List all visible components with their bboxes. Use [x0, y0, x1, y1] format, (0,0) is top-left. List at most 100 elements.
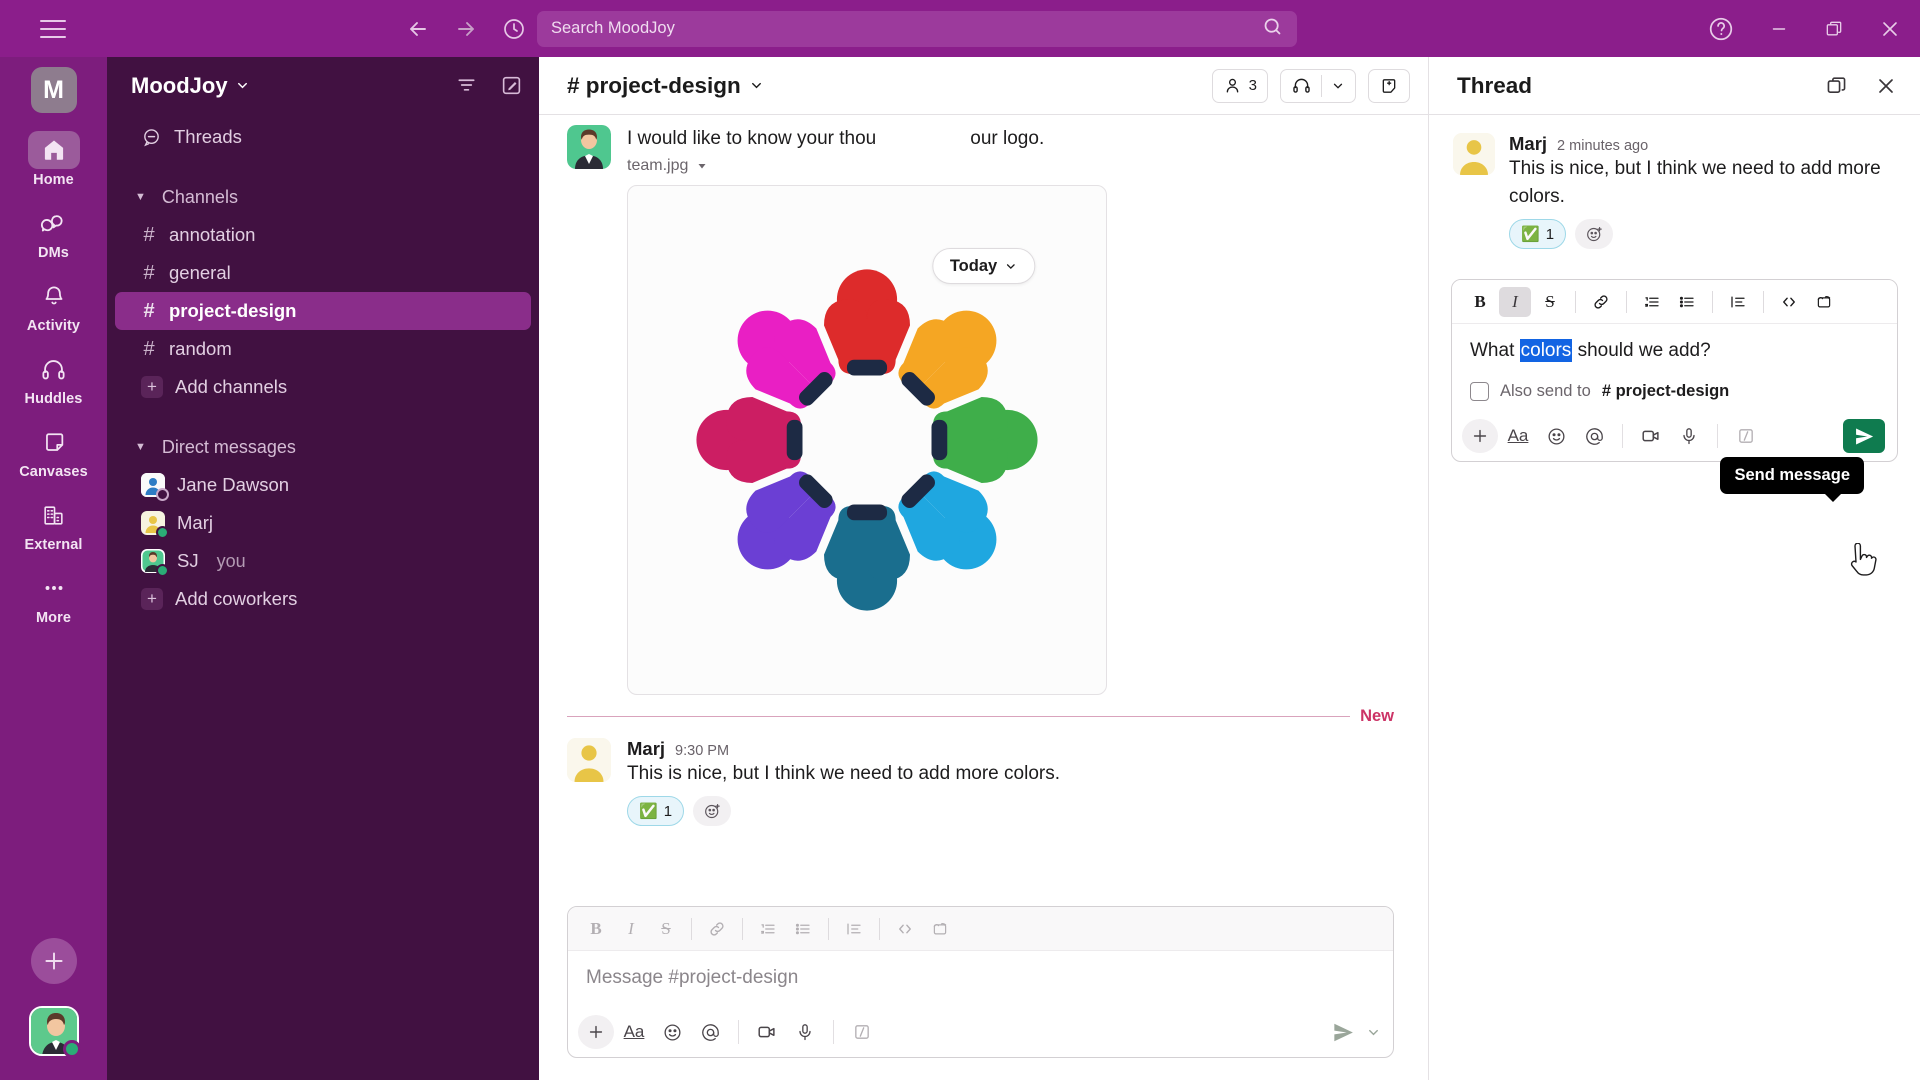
- sidebar-item-general[interactable]: # general: [115, 254, 531, 292]
- channel-title[interactable]: # project-design: [567, 73, 764, 99]
- thread-actions: [1825, 74, 1898, 98]
- minimize-icon[interactable]: [1768, 18, 1790, 40]
- rail-item-activity[interactable]: Activity: [18, 277, 90, 334]
- plus-icon[interactable]: [578, 1015, 614, 1049]
- blockquote-icon[interactable]: [1722, 287, 1754, 317]
- rail-item-dms[interactable]: DMs: [18, 204, 90, 261]
- thread-message-input[interactable]: What colors should we add?: [1452, 324, 1897, 380]
- rail-item-canvases[interactable]: Canvases: [18, 423, 90, 480]
- bulleted-list-icon[interactable]: [787, 914, 819, 944]
- user-avatar[interactable]: [28, 1006, 81, 1058]
- bold-button[interactable]: B: [580, 914, 612, 944]
- code-block-icon[interactable]: [924, 914, 956, 944]
- video-icon[interactable]: [749, 1015, 785, 1049]
- message-author[interactable]: Marj: [1509, 133, 1547, 155]
- slash-command-icon[interactable]: [844, 1015, 880, 1049]
- sidebar-item-threads[interactable]: Threads: [115, 118, 531, 156]
- rail-item-external[interactable]: External: [18, 496, 90, 553]
- ordered-list-icon[interactable]: [752, 914, 784, 944]
- sidebar-add-channels[interactable]: + Add channels: [115, 368, 531, 406]
- code-icon[interactable]: [889, 914, 921, 944]
- italic-button[interactable]: I: [615, 914, 647, 944]
- message-input[interactable]: Message #project-design: [568, 951, 1393, 1007]
- avatar[interactable]: [567, 125, 611, 169]
- sidebar-item-project-design[interactable]: # project-design: [115, 292, 531, 330]
- blockquote-icon[interactable]: [838, 914, 870, 944]
- formatting-icon[interactable]: Aa: [616, 1015, 652, 1049]
- slash-command-icon[interactable]: [1728, 419, 1764, 453]
- link-icon[interactable]: [701, 914, 733, 944]
- sidebar-section-dms[interactable]: ▼ Direct messages: [115, 428, 531, 466]
- video-icon[interactable]: [1633, 419, 1669, 453]
- divider: [1321, 74, 1322, 97]
- workspace-avatar[interactable]: M: [30, 67, 77, 113]
- hamburger-icon[interactable]: [40, 19, 66, 38]
- strikethrough-button[interactable]: S: [650, 914, 682, 944]
- sidebar-dm-sj[interactable]: SJ you: [115, 542, 531, 580]
- message-time[interactable]: 9:30 PM: [675, 743, 729, 759]
- sidebar-section-channels[interactable]: ▼ Channels: [115, 178, 531, 216]
- compose-icon[interactable]: [500, 74, 523, 97]
- reaction-chip[interactable]: ✅ 1: [627, 796, 685, 827]
- search-input[interactable]: Search MoodJoy: [537, 10, 1297, 47]
- mention-icon[interactable]: [692, 1015, 728, 1049]
- italic-button[interactable]: I: [1499, 286, 1531, 317]
- emoji-icon[interactable]: [654, 1015, 690, 1049]
- reaction-chip[interactable]: ✅ 1: [1509, 219, 1567, 250]
- ordered-list-icon[interactable]: [1636, 287, 1668, 317]
- close-icon[interactable]: [1878, 17, 1902, 41]
- attachment-filename[interactable]: team.jpg: [627, 157, 1394, 175]
- link-icon[interactable]: [1585, 287, 1617, 317]
- sidebar-add-coworkers[interactable]: + Add coworkers: [115, 580, 531, 618]
- send-icon[interactable]: [1331, 1020, 1356, 1045]
- arrow-left-icon[interactable]: [405, 16, 431, 42]
- avatar[interactable]: [1453, 133, 1495, 175]
- emoji-icon[interactable]: [1538, 419, 1574, 453]
- attachment-image[interactable]: [627, 184, 1107, 695]
- add-reaction-button[interactable]: [693, 796, 732, 827]
- mic-icon[interactable]: [1671, 419, 1707, 453]
- message-author[interactable]: Marj: [627, 738, 665, 760]
- sidebar-dm-jane-dawson[interactable]: Jane Dawson: [115, 466, 531, 504]
- mention-icon[interactable]: [1576, 419, 1612, 453]
- avatar[interactable]: [567, 737, 611, 782]
- message-time[interactable]: 2 minutes ago: [1557, 138, 1648, 154]
- bulleted-list-icon[interactable]: [1671, 287, 1703, 317]
- sidebar-dm-marj[interactable]: Marj: [115, 504, 531, 542]
- sidebar-item-random[interactable]: # random: [115, 330, 531, 368]
- workspace-switcher[interactable]: MoodJoy: [131, 73, 250, 99]
- message-item: Marj 9:30 PM This is nice, but I think w…: [539, 732, 1428, 829]
- send-button[interactable]: [1843, 419, 1885, 454]
- clock-icon[interactable]: [501, 16, 527, 42]
- also-send-checkbox[interactable]: [1470, 382, 1489, 402]
- send-options-caret[interactable]: [1366, 1025, 1381, 1040]
- code-icon[interactable]: [1773, 287, 1805, 317]
- message-text-before: I would like to know your thou: [627, 128, 877, 149]
- huddle-button[interactable]: [1280, 68, 1356, 103]
- bold-button[interactable]: B: [1464, 287, 1496, 317]
- strikethrough-button[interactable]: S: [1534, 287, 1566, 317]
- members-button[interactable]: 3: [1211, 68, 1268, 103]
- date-divider-pill[interactable]: Today: [931, 248, 1036, 284]
- thread-composer: B I S What colors should we add? Also se…: [1451, 279, 1898, 463]
- add-canvas-button[interactable]: [1368, 68, 1410, 103]
- formatting-icon[interactable]: Aa: [1500, 419, 1536, 453]
- open-in-window-icon[interactable]: [1825, 74, 1848, 97]
- rail-item-home[interactable]: Home: [18, 131, 90, 188]
- rail-item-more[interactable]: More: [18, 569, 90, 626]
- new-item-button[interactable]: [30, 938, 77, 984]
- sidebar-item-annotation[interactable]: # annotation: [115, 216, 531, 254]
- rail-label: Canvases: [19, 464, 88, 480]
- arrow-right-icon[interactable]: [453, 16, 479, 42]
- plus-icon[interactable]: [1462, 419, 1498, 454]
- help-circle-icon[interactable]: [1708, 16, 1734, 42]
- close-icon[interactable]: [1874, 74, 1898, 98]
- rail-item-huddles[interactable]: Huddles: [18, 350, 90, 407]
- also-send-row[interactable]: Also send to # project-design: [1452, 380, 1897, 411]
- magnifier-icon[interactable]: [1262, 16, 1283, 42]
- filter-icon[interactable]: [455, 74, 478, 97]
- mic-icon[interactable]: [787, 1015, 823, 1049]
- restore-icon[interactable]: [1824, 19, 1844, 39]
- code-block-icon[interactable]: [1808, 287, 1840, 317]
- add-reaction-button[interactable]: [1575, 219, 1614, 250]
